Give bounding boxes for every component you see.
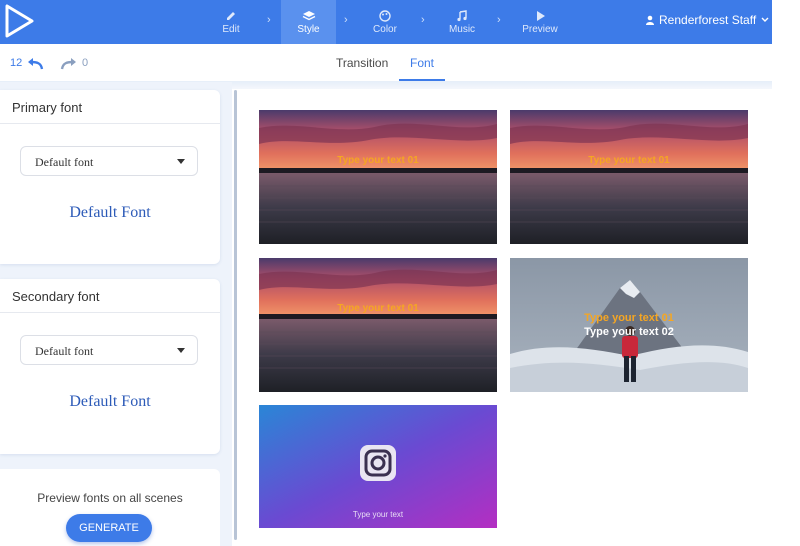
snowy-mountain-image: [510, 258, 748, 392]
undo-button[interactable]: 12: [10, 56, 44, 70]
scene-thumbnail-1[interactable]: Type your text 01: [259, 110, 497, 244]
generate-button[interactable]: GENERATE: [66, 514, 152, 542]
music-note-icon: [457, 9, 467, 21]
chevron-right-icon: ›: [267, 14, 271, 26]
chevron-right-icon: ›: [421, 14, 425, 26]
scene-text-2: Type your text 02: [584, 326, 674, 338]
secondary-font-preview: Default Font: [69, 393, 151, 410]
step-preview[interactable]: Preview: [512, 0, 568, 44]
primary-font-card: Primary font Default font Default Font: [0, 90, 220, 264]
undo-count: 12: [10, 57, 23, 69]
primary-font-value: Default font: [35, 155, 94, 169]
sunset-lake-image: [259, 258, 497, 392]
tab-transition[interactable]: Transition: [336, 56, 388, 70]
scene-text-1: Type your text 01: [337, 155, 419, 166]
palette-icon: [379, 9, 391, 22]
user-menu[interactable]: Renderforest Staff: [645, 13, 770, 27]
scene-text-1: Type your text 01: [588, 155, 670, 166]
primary-font-preview: Default Font: [69, 204, 151, 221]
user-name: Renderforest Staff: [659, 13, 757, 27]
chevron-right-icon: ›: [497, 14, 501, 26]
scene-thumbnail-5[interactable]: Type your text: [259, 405, 497, 528]
generate-card: Preview fonts on all scenes GENERATE: [0, 469, 220, 546]
scene-thumbnail-4[interactable]: Type your text 01 Type your text 02: [510, 258, 748, 392]
layers-icon: [302, 10, 315, 20]
app: Edit › Style › Color › Music › Preview R…: [0, 0, 800, 546]
step-music[interactable]: Music: [437, 0, 487, 44]
scene-text-1: Type your text 01: [337, 303, 419, 314]
pencil-icon: [227, 11, 235, 20]
secondary-font-title: Secondary font: [12, 289, 100, 304]
step-color[interactable]: Color: [360, 0, 410, 44]
chevron-down-icon: [761, 17, 769, 22]
sunset-lake-image: [510, 110, 748, 244]
caret-down-icon: [177, 348, 185, 353]
caret-down-icon: [177, 159, 185, 164]
divider: [0, 312, 220, 313]
generate-description: Preview fonts on all scenes: [37, 491, 183, 505]
divider: [0, 123, 220, 124]
chevron-right-icon: ›: [344, 14, 348, 26]
secondary-font-card: Secondary font Default font Default Font: [0, 279, 220, 454]
scene-thumbnail-3[interactable]: Type your text 01: [259, 258, 497, 392]
primary-font-select[interactable]: Default font: [20, 146, 198, 176]
top-bar: Edit › Style › Color › Music › Preview R…: [0, 0, 772, 44]
step-edit[interactable]: Edit: [207, 0, 255, 44]
secondary-font-value: Default font: [35, 344, 94, 358]
play-icon: [537, 10, 545, 21]
scene-caption: Type your text: [352, 510, 404, 519]
secondary-font-select[interactable]: Default font: [20, 335, 198, 365]
primary-font-title: Primary font: [12, 100, 83, 115]
sunset-lake-image: [259, 110, 497, 244]
tab-font[interactable]: Font: [410, 56, 434, 70]
redo-icon: [60, 58, 76, 70]
logo-icon[interactable]: [4, 4, 34, 38]
undo-icon: [28, 58, 44, 70]
scrollbar[interactable]: [234, 90, 237, 540]
step-style[interactable]: Style: [281, 0, 336, 44]
instagram-icon: [360, 445, 396, 481]
scene-thumbnail-2[interactable]: Type your text 01: [510, 110, 748, 244]
redo-count: 0: [82, 57, 89, 69]
redo-button[interactable]: 0: [60, 56, 88, 70]
scene-text-1: Type your text 01: [584, 312, 674, 324]
user-icon: [646, 15, 654, 25]
